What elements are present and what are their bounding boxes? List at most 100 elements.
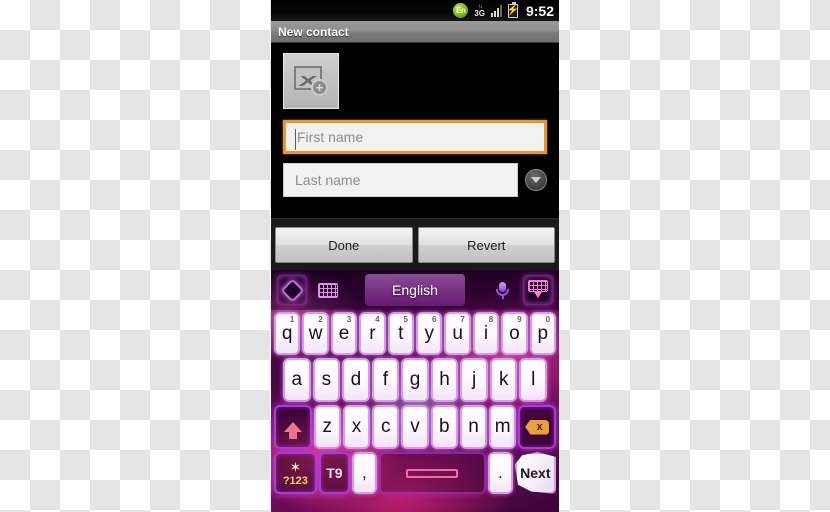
key-z[interactable]: z bbox=[313, 405, 341, 449]
key-b[interactable]: b bbox=[430, 405, 458, 449]
chevron-down-icon bbox=[531, 177, 541, 183]
key-label: p bbox=[537, 322, 549, 344]
key-label: s bbox=[321, 369, 332, 390]
key-u[interactable]: 7u bbox=[444, 312, 471, 355]
key-sup: 9 bbox=[517, 315, 522, 324]
status-clock: 9:52 bbox=[525, 2, 554, 19]
expand-name-fields-button[interactable] bbox=[525, 169, 547, 191]
key-p[interactable]: 0p bbox=[529, 312, 557, 355]
microphone-icon[interactable] bbox=[487, 275, 517, 305]
key-label: a bbox=[291, 369, 303, 390]
phone-screen: En ↑↓ 3G ⚡ 9:52 New contact + First name bbox=[271, 0, 559, 512]
page-title: New contact bbox=[278, 24, 349, 39]
add-photo-button[interactable]: + bbox=[283, 53, 339, 109]
key-label: y bbox=[424, 322, 434, 344]
title-bar: New contact bbox=[271, 21, 559, 43]
keyboard-row-1: 1q 2w 3e 4r 5t 6y 7u 8i 9o 0p bbox=[273, 312, 557, 355]
key-label: o bbox=[509, 322, 520, 344]
key-v[interactable]: v bbox=[401, 405, 429, 449]
key-sup: 4 bbox=[375, 315, 380, 324]
key-n[interactable]: n bbox=[459, 405, 488, 449]
gear-icon: ✶ bbox=[289, 458, 302, 475]
key-sup: 7 bbox=[460, 315, 465, 324]
on-screen-keyboard: English 1q 2w 3e 4r 5t 6y 7u 8i 9o 0p a … bbox=[271, 270, 559, 512]
language-badge-label: En bbox=[456, 6, 466, 15]
t9-key[interactable]: T9 bbox=[318, 452, 351, 494]
key-label: q bbox=[281, 322, 293, 344]
done-button[interactable]: Done bbox=[275, 227, 413, 263]
comma-key[interactable]: , bbox=[352, 452, 377, 494]
language-selector[interactable]: English bbox=[365, 274, 465, 306]
key-s[interactable]: s bbox=[312, 358, 341, 402]
key-label: i bbox=[483, 322, 489, 344]
last-name-input[interactable]: Last name bbox=[283, 163, 518, 197]
key-d[interactable]: d bbox=[342, 358, 370, 402]
period-key[interactable]: . bbox=[488, 452, 513, 494]
key-label: v bbox=[410, 416, 420, 437]
key-w[interactable]: 2w bbox=[302, 312, 329, 355]
key-a[interactable]: a bbox=[282, 358, 311, 402]
space-key[interactable] bbox=[378, 452, 487, 494]
key-q[interactable]: 1q bbox=[273, 312, 301, 355]
key-o[interactable]: 9o bbox=[501, 312, 528, 355]
key-sup: 1 bbox=[289, 315, 295, 324]
key-label: b bbox=[438, 416, 450, 437]
key-label: c bbox=[381, 416, 391, 437]
key-sup: 0 bbox=[545, 315, 551, 324]
shift-arrow-icon bbox=[283, 421, 302, 439]
keyboard-grid-icon[interactable] bbox=[313, 275, 343, 305]
keyboard-row-3: z x c v b n m x bbox=[273, 405, 557, 449]
key-l[interactable]: l bbox=[519, 358, 548, 402]
key-label: f bbox=[382, 369, 389, 390]
key-sup: 5 bbox=[403, 315, 408, 324]
key-label: l bbox=[531, 369, 536, 390]
network-type-icon: ↑↓ 3G bbox=[474, 4, 485, 18]
backspace-key[interactable]: x bbox=[518, 405, 557, 449]
backspace-icon: x bbox=[525, 419, 550, 435]
key-label: t bbox=[398, 322, 404, 344]
last-name-row: Last name bbox=[283, 163, 547, 197]
key-f[interactable]: f bbox=[371, 358, 400, 402]
keyboard-theme-logo-icon[interactable] bbox=[277, 275, 307, 305]
backspace-glyph-label: x bbox=[536, 421, 543, 433]
period-key-label: . bbox=[497, 463, 503, 482]
key-label: h bbox=[439, 369, 450, 390]
key-m[interactable]: m bbox=[489, 405, 517, 449]
key-g[interactable]: g bbox=[401, 358, 429, 402]
key-label: u bbox=[452, 322, 463, 344]
battery-charging-icon: ⚡ bbox=[507, 1, 519, 18]
revert-button[interactable]: Revert bbox=[417, 227, 555, 263]
language-label: English bbox=[392, 282, 438, 298]
key-label: x bbox=[351, 416, 362, 437]
symbols-key[interactable]: ✶ ?123 bbox=[274, 452, 317, 494]
signal-bars-icon bbox=[490, 4, 502, 17]
key-label: k bbox=[498, 369, 509, 390]
key-h[interactable]: h bbox=[430, 358, 459, 402]
spacebar-icon bbox=[406, 468, 459, 478]
symbols-key-label: ?123 bbox=[282, 474, 308, 487]
keyboard-row-4: ✶ ?123 T9 , . Next bbox=[273, 452, 557, 494]
key-label: e bbox=[338, 322, 350, 344]
key-sup: 8 bbox=[488, 315, 494, 324]
key-i[interactable]: 8i bbox=[472, 312, 500, 355]
key-e[interactable]: 3e bbox=[330, 312, 358, 355]
key-label: z bbox=[322, 416, 333, 437]
key-label: w bbox=[308, 322, 323, 344]
shift-key[interactable] bbox=[274, 405, 312, 449]
key-c[interactable]: c bbox=[372, 405, 400, 449]
keyboard-rows: 1q 2w 3e 4r 5t 6y 7u 8i 9o 0p a s d f g … bbox=[271, 310, 559, 500]
key-sup: 6 bbox=[431, 315, 437, 324]
key-label: r bbox=[369, 322, 376, 344]
key-r[interactable]: 4r bbox=[359, 312, 386, 355]
key-k[interactable]: k bbox=[489, 358, 518, 402]
key-t[interactable]: 5t bbox=[387, 312, 414, 355]
key-j[interactable]: j bbox=[460, 358, 488, 402]
next-key-label: Next bbox=[520, 465, 551, 481]
key-x[interactable]: x bbox=[342, 405, 371, 449]
t9-key-label: T9 bbox=[326, 465, 343, 481]
first-name-input[interactable]: First name bbox=[283, 120, 547, 154]
next-key[interactable]: Next bbox=[514, 452, 556, 494]
network-type-label: 3G bbox=[474, 8, 485, 18]
key-y[interactable]: 6y bbox=[416, 312, 443, 355]
hide-keyboard-icon[interactable] bbox=[523, 275, 553, 305]
